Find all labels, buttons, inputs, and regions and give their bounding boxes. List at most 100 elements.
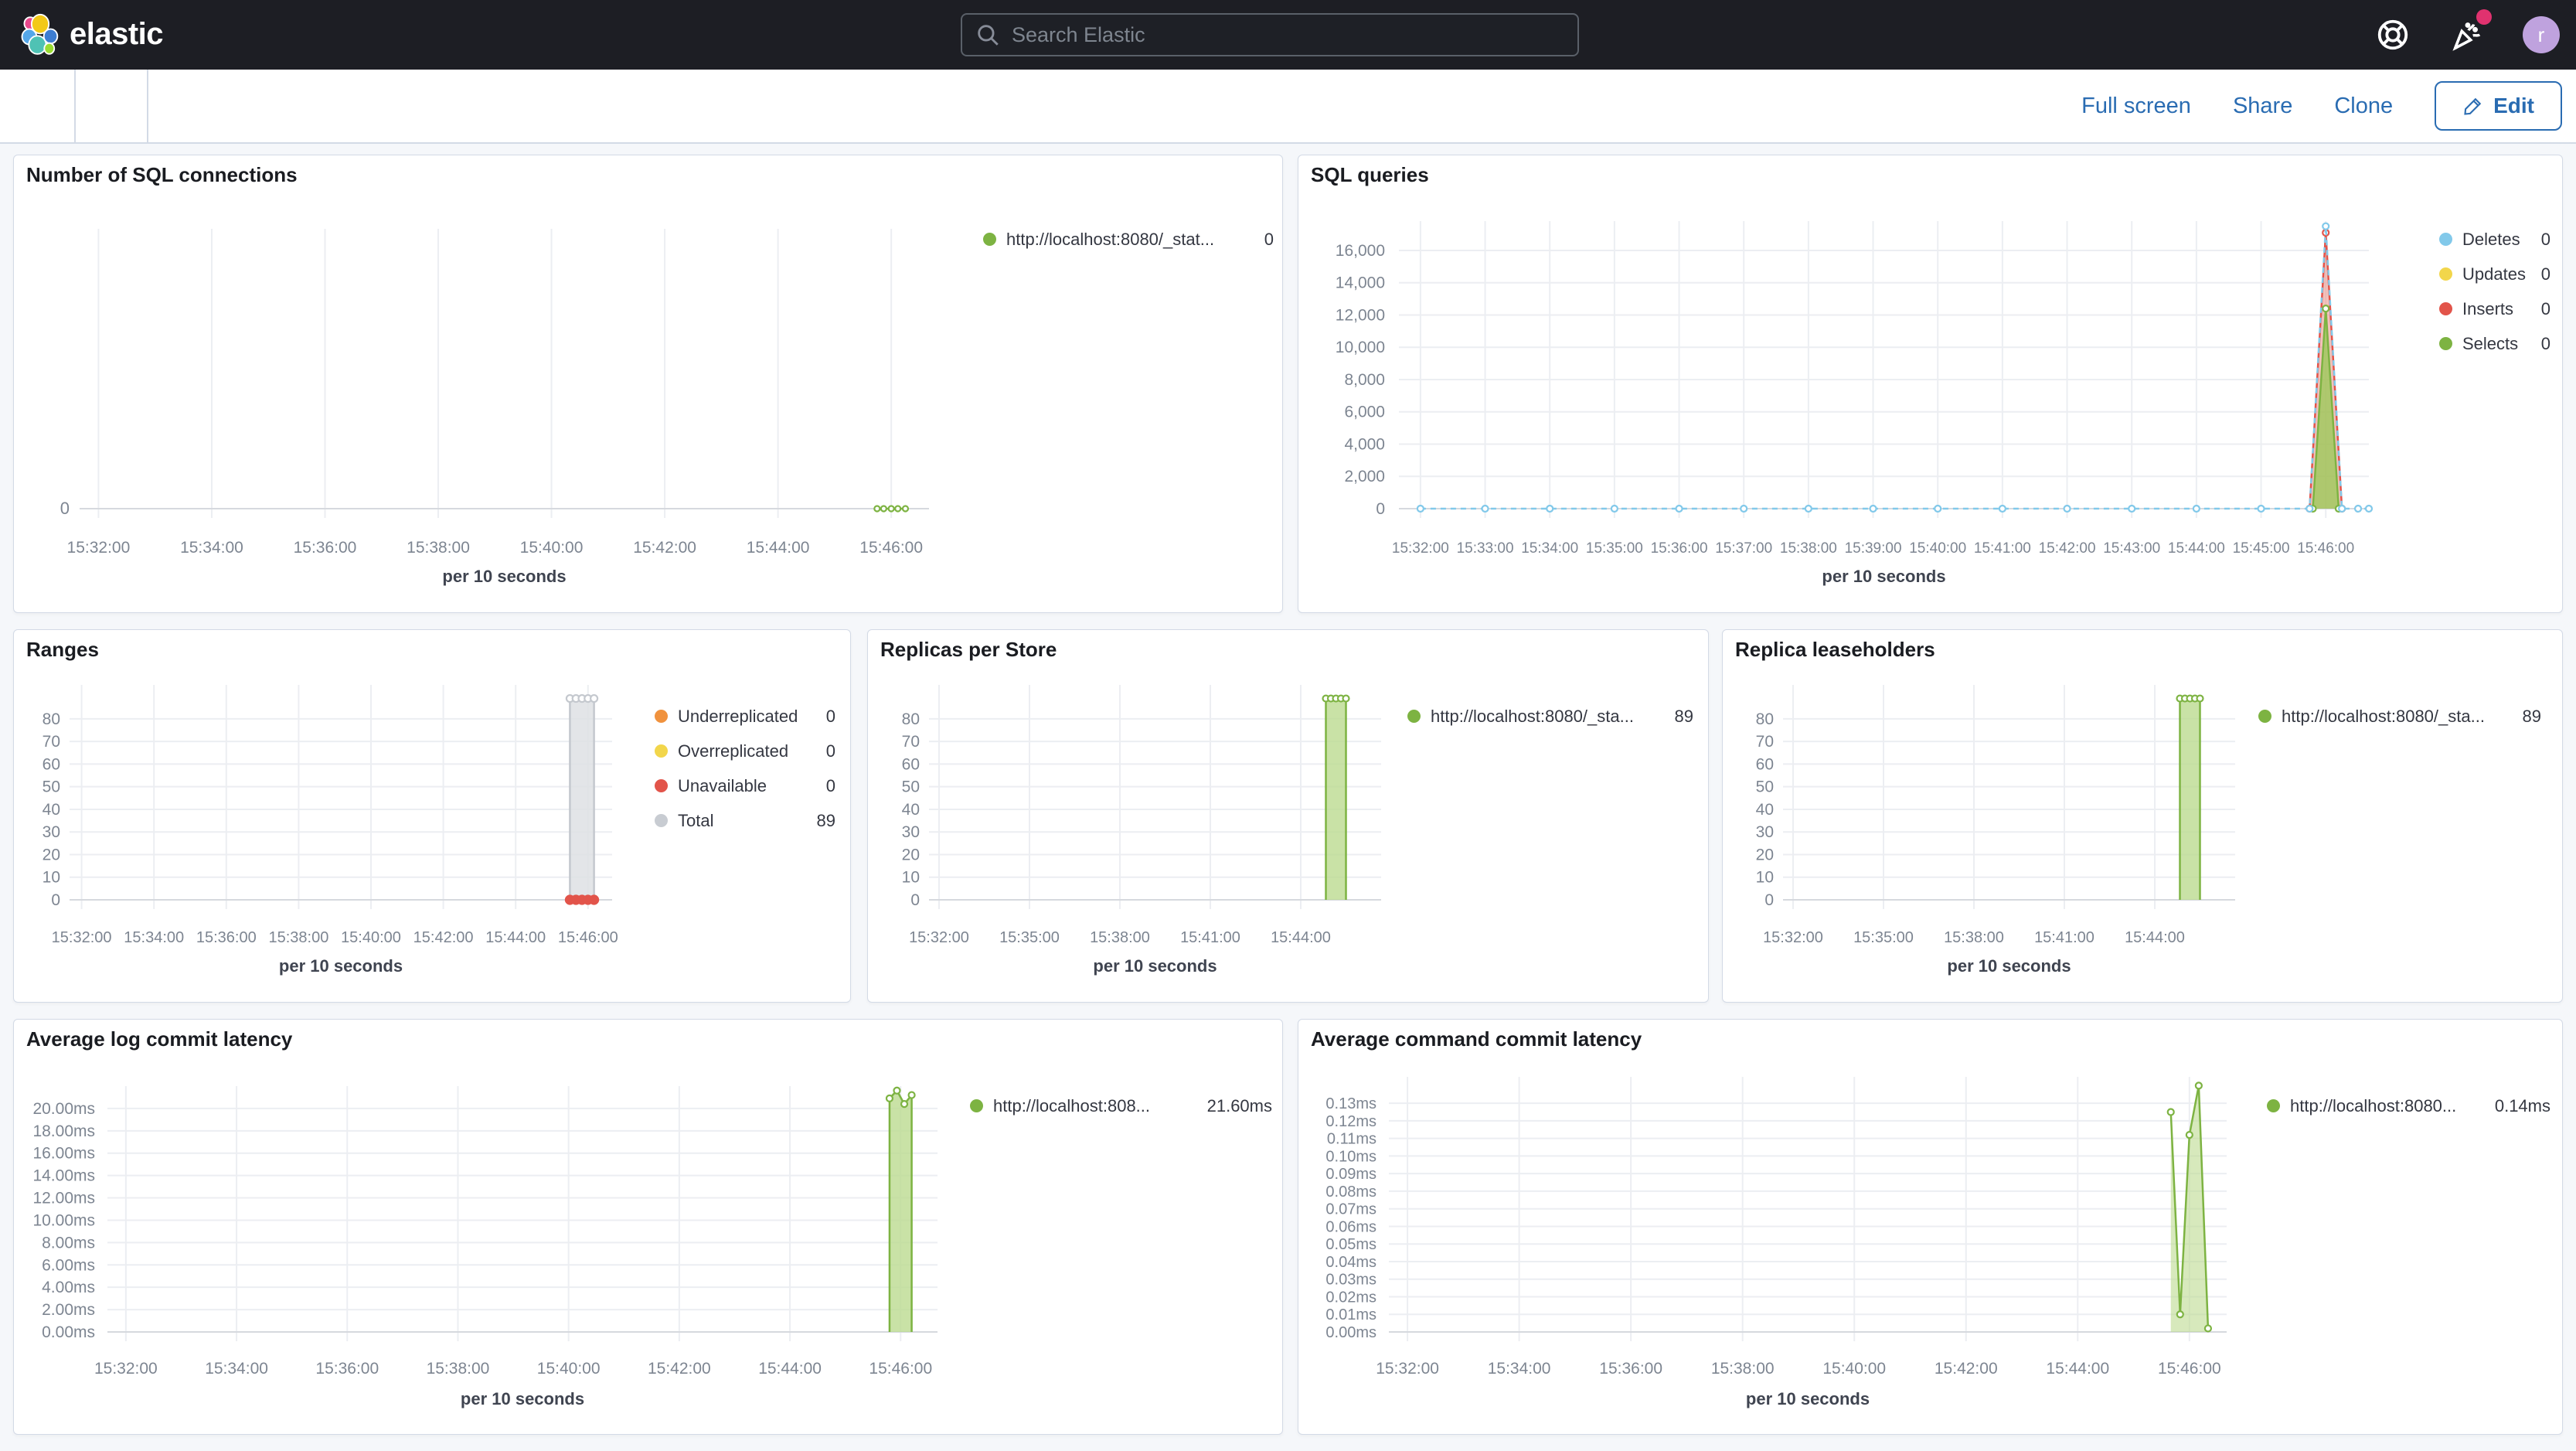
global-search[interactable] <box>961 13 1579 56</box>
panel-avg-command-commit-latency: Average command commit latency 0.00ms 0.0… <box>1298 1019 2563 1435</box>
share-button[interactable]: Share <box>2233 94 2292 119</box>
panel-title[interactable]: SQL queries <box>1311 163 1429 187</box>
svg-text:0.12ms: 0.12ms <box>1325 1113 1376 1130</box>
panel-title[interactable]: Average log commit latency <box>26 1027 292 1051</box>
svg-text:8,000: 8,000 <box>1344 371 1385 389</box>
legend-swatch-icon <box>970 1099 983 1112</box>
svg-text:per 10 seconds: per 10 seconds <box>279 956 403 976</box>
legend-swatch-icon <box>983 233 996 246</box>
svg-text:0.08ms: 0.08ms <box>1325 1184 1376 1201</box>
chart-canvas[interactable]: 0 2,000 4,000 6,000 8,000 10,000 12,000 14,000 1… <box>1298 155 2562 612</box>
legend-item[interactable]: Inserts 0 <box>2439 291 2550 326</box>
svg-text:15:42:00: 15:42:00 <box>2039 540 2096 557</box>
chart-canvas[interactable]: 0 10 20 30 40 50 60 70 80 15:32:00 15:35:00 15:38:0… <box>868 630 1708 1002</box>
chart-legend: http://localhost:808... 21.60ms <box>970 1088 1272 1123</box>
toolbar-separator <box>74 70 76 142</box>
svg-text:per 10 seconds: per 10 seconds <box>1822 567 1945 586</box>
chart-canvas[interactable]: 0.00ms0.01ms0.02ms0.03ms0.04ms0.05ms0.06… <box>1298 1020 2562 1434</box>
full-screen-button[interactable]: Full screen <box>2081 94 2191 119</box>
svg-text:15:37:00: 15:37:00 <box>1715 540 1772 557</box>
svg-text:20.00ms: 20.00ms <box>32 1100 95 1118</box>
svg-text:14,000: 14,000 <box>1336 274 1385 292</box>
legend-label: Deletes <box>2462 229 2520 249</box>
legend-swatch-icon <box>2439 302 2452 315</box>
chart-ranges[interactable]: 0 10 20 30 40 50 60 70 80 15:32:00 15:34:00 15:36:0… <box>14 630 850 1002</box>
svg-text:15:44:00: 15:44:00 <box>2125 929 2185 946</box>
chart-avg-command-commit-latency[interactable]: 0.00ms 0.01ms 0.02ms 0.03ms 0.04ms 0.05ms 0.06… <box>1298 1020 2562 1434</box>
brand-text: elastic <box>70 16 164 51</box>
legend-item[interactable]: http://localhost:8080/_stat... 0 <box>983 222 1274 257</box>
user-avatar[interactable]: r <box>2523 16 2560 53</box>
svg-text:0: 0 <box>60 499 70 518</box>
legend-label: Underreplicated <box>678 706 798 726</box>
legend-item[interactable]: Unavailable 0 <box>655 768 835 803</box>
chart-sql-queries[interactable]: 0 2,000 4,000 6,000 8,000 10,000 12,000 14,000 1… <box>1298 155 2562 612</box>
edit-button[interactable]: Edit <box>2435 81 2562 131</box>
panel-title[interactable]: Ranges <box>26 638 99 662</box>
svg-text:30: 30 <box>1756 823 1774 841</box>
legend-item[interactable]: Updates 0 <box>2439 257 2550 291</box>
legend-item[interactable]: http://localhost:808... 21.60ms <box>970 1088 1272 1123</box>
legend-item[interactable]: Selects 0 <box>2439 326 2550 361</box>
pencil-icon <box>2464 97 2482 115</box>
elastic-logo[interactable]: elastic <box>20 13 164 55</box>
legend-item[interactable]: Total 89 <box>655 803 835 838</box>
svg-text:0.00ms: 0.00ms <box>1325 1324 1376 1341</box>
svg-text:15:34:00: 15:34:00 <box>1521 540 1578 557</box>
svg-text:15:42:00: 15:42:00 <box>1935 1360 1998 1378</box>
svg-text:0: 0 <box>1764 891 1774 909</box>
clone-button[interactable]: Clone <box>2334 94 2393 119</box>
legend-item[interactable]: http://localhost:8080/_sta... 89 <box>2258 699 2541 734</box>
svg-text:0.03ms: 0.03ms <box>1325 1272 1376 1289</box>
svg-text:0: 0 <box>910 891 920 909</box>
svg-text:10,000: 10,000 <box>1336 339 1385 356</box>
svg-text:15:44:00: 15:44:00 <box>1271 929 1331 946</box>
legend-label: Inserts <box>2462 298 2514 318</box>
svg-text:80: 80 <box>902 710 920 728</box>
svg-text:15:36:00: 15:36:00 <box>196 929 257 946</box>
svg-text:15:42:00: 15:42:00 <box>633 539 696 557</box>
svg-text:14.00ms: 14.00ms <box>32 1167 95 1185</box>
svg-text:15:32:00: 15:32:00 <box>52 929 112 946</box>
svg-text:15:35:00: 15:35:00 <box>1586 540 1643 557</box>
chart-replica-leaseholders[interactable]: 0 10 20 30 40 50 60 70 80 15:32:00 15:35:00 15:38:0… <box>1723 630 2562 1002</box>
svg-text:6,000: 6,000 <box>1344 404 1385 421</box>
svg-text:15:33:00: 15:33:00 <box>1457 540 1514 557</box>
legend-value: 0 <box>825 741 835 761</box>
svg-text:15:34:00: 15:34:00 <box>124 929 184 946</box>
legend-item[interactable]: Deletes 0 <box>2439 222 2550 257</box>
legend-swatch-icon <box>655 710 668 723</box>
search-icon <box>978 25 999 46</box>
help-button[interactable] <box>2374 16 2411 53</box>
chart-canvas[interactable]: 0.00ms 2.00ms 4.00ms 6.00ms 8.00ms 10.00ms 12.… <box>14 1020 1282 1434</box>
svg-text:0.02ms: 0.02ms <box>1325 1289 1376 1306</box>
chart-sql-connections[interactable]: 0 15:32:00 15:34:00 15:36:00 15:38:00 15:40:0… <box>14 155 1282 612</box>
legend-item[interactable]: http://localhost:8080/_sta... 89 <box>1407 699 1693 734</box>
svg-text:10: 10 <box>43 869 60 887</box>
svg-text:15:32:00: 15:32:00 <box>1376 1360 1439 1378</box>
panel-title[interactable]: Average command commit latency <box>1311 1027 1642 1051</box>
panel-title[interactable]: Number of SQL connections <box>26 163 298 187</box>
chart-avg-log-commit-latency[interactable]: 0.00ms 2.00ms 4.00ms 6.00ms 8.00ms 10.00ms 12.… <box>14 1020 1282 1434</box>
svg-text:50: 50 <box>43 778 60 796</box>
legend-value: 0 <box>2540 264 2550 284</box>
svg-text:15:34:00: 15:34:00 <box>205 1360 268 1378</box>
chart-replicas-per-store[interactable]: 0 10 20 30 40 50 60 70 80 15:32:00 15:35:00 15:38:0… <box>868 630 1708 1002</box>
svg-text:15:40:00: 15:40:00 <box>341 929 401 946</box>
search-input[interactable] <box>1012 22 1565 47</box>
svg-text:0.13ms: 0.13ms <box>1325 1095 1376 1112</box>
panel-title[interactable]: Replicas per Store <box>880 638 1057 662</box>
notification-dot <box>2476 9 2492 25</box>
chart-legend: Underreplicated 0 Overreplicated 0 Unavailab… <box>655 699 835 838</box>
legend-item[interactable]: http://localhost:8080... 0.14ms <box>2267 1088 2550 1123</box>
svg-text:15:35:00: 15:35:00 <box>999 929 1060 946</box>
svg-text:40: 40 <box>1756 801 1774 819</box>
svg-text:4,000: 4,000 <box>1344 435 1385 453</box>
legend-item[interactable]: Overreplicated 0 <box>655 734 835 768</box>
legend-item[interactable]: Underreplicated 0 <box>655 699 835 734</box>
panel-ranges: Ranges 0 10 20 30 40 50 60 70 80 15:32:00 15:34:00… <box>13 629 851 1003</box>
svg-text:18.00ms: 18.00ms <box>32 1122 95 1140</box>
panel-title[interactable]: Replica leaseholders <box>1735 638 1935 662</box>
chart-canvas[interactable]: 0 10 20 30 40 50 60 70 80 15:32:00 15:35:00 15:38:0… <box>1723 630 2562 1002</box>
svg-text:15:32:00: 15:32:00 <box>94 1360 158 1378</box>
